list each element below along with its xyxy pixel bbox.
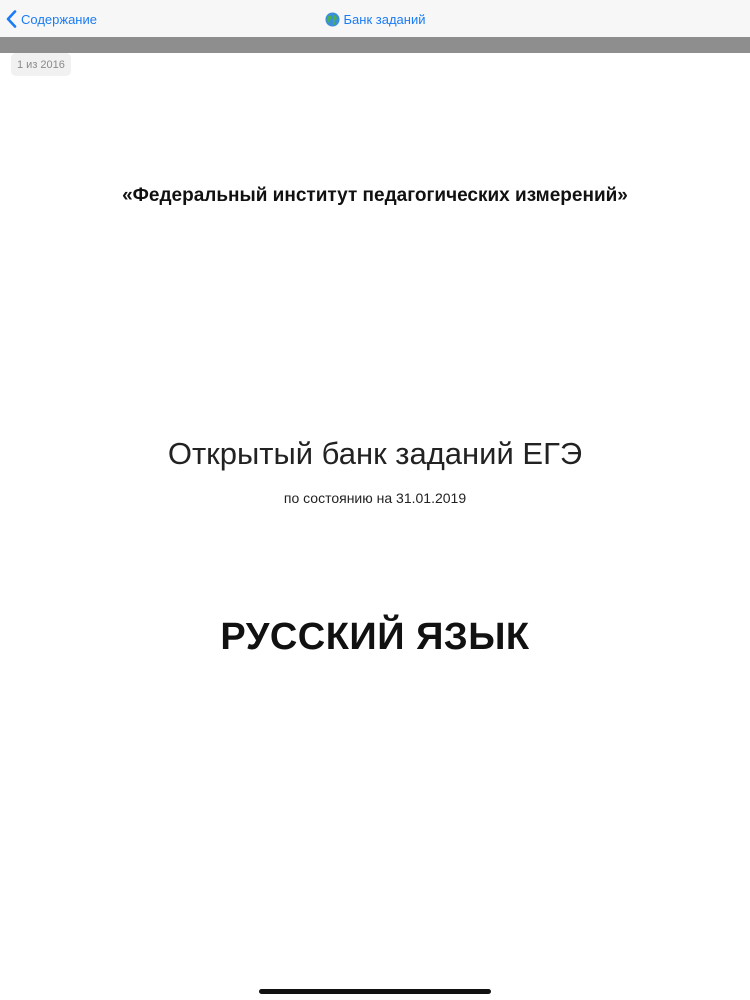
home-indicator[interactable] bbox=[259, 989, 491, 994]
subject-title: РУССКИЙ ЯЗЫК bbox=[220, 616, 530, 658]
document-title: Открытый банк заданий ЕГЭ bbox=[167, 436, 583, 471]
toolbar-divider bbox=[0, 37, 750, 53]
globe-icon bbox=[324, 11, 340, 27]
institute-heading: «Федеральный институт педагогических изм… bbox=[122, 185, 628, 206]
navigation-bar: Содержание Банк заданий bbox=[0, 0, 750, 37]
page-indicator: 1 из 2016 bbox=[11, 53, 71, 76]
nav-title-label: Банк заданий bbox=[343, 11, 426, 27]
document-page[interactable]: «Федеральный институт педагогических изм… bbox=[0, 53, 750, 1000]
nav-title: Банк заданий bbox=[0, 8, 750, 30]
page-indicator-label: 1 из 2016 bbox=[17, 58, 65, 71]
status-date: по состоянию на 31.01.2019 bbox=[283, 490, 467, 506]
